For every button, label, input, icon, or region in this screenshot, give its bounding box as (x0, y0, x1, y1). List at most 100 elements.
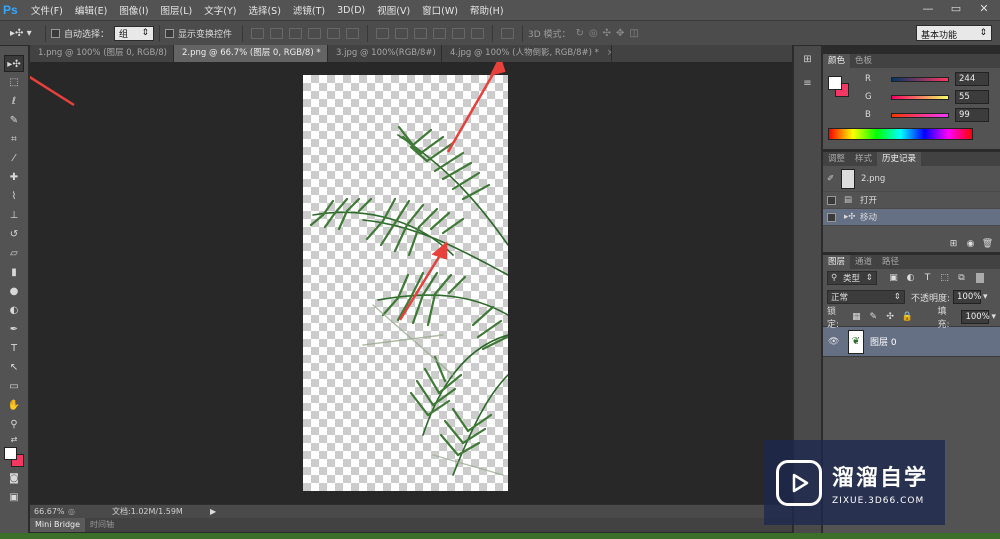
opacity-input[interactable]: 100% (953, 290, 981, 304)
workspace-dropdown[interactable]: 基本功能 ⇕ (916, 25, 992, 41)
align-bottom-icon[interactable] (289, 27, 303, 39)
menu-window[interactable]: 窗口(W) (416, 3, 464, 17)
tab-history[interactable]: 历史记录 (877, 152, 922, 166)
tab-paths[interactable]: 路径 (877, 255, 904, 269)
menu-view[interactable]: 视图(V) (371, 3, 416, 17)
tab-2png[interactable]: 2.png @ 66.7% (图层 0, RGB/8) *× (174, 45, 328, 62)
history-dock-icon[interactable]: ⊞ (799, 54, 817, 70)
layer-row-0[interactable]: 👁 ❦ 图层 0 (823, 327, 1000, 357)
restore-button[interactable]: ▭ (942, 0, 970, 20)
filter-shape-icon[interactable]: ⬚ (938, 272, 951, 284)
menu-help[interactable]: 帮助(H) (464, 3, 510, 17)
eyedropper-tool-icon[interactable]: ⁄ (4, 150, 24, 167)
history-item-open[interactable]: ▤ 打开 (823, 192, 1000, 209)
foreground-color-swatch[interactable] (4, 447, 17, 460)
align-hcenter-icon[interactable] (327, 27, 341, 39)
zoom-level[interactable]: 66.67% (30, 507, 68, 516)
distribute-hcenter-icon[interactable] (452, 27, 466, 39)
properties-dock-icon[interactable]: ≡ (799, 78, 817, 94)
menu-3d[interactable]: 3D(D) (331, 5, 371, 16)
filter-toggle-icon[interactable] (976, 273, 984, 283)
color-swatches[interactable] (3, 447, 27, 469)
canvas-workspace[interactable] (30, 62, 792, 504)
tab-styles[interactable]: 样式 (850, 152, 877, 166)
align-vcenter-icon[interactable] (270, 27, 284, 39)
gradient-tool-icon[interactable]: ▮ (4, 264, 24, 281)
green-slider[interactable] (891, 94, 949, 100)
new-document-from-state-icon[interactable]: ⊞ (947, 238, 960, 250)
distribute-top-icon[interactable] (376, 27, 390, 39)
blur-tool-icon[interactable]: ● (4, 283, 24, 300)
history-brush-tool-icon[interactable]: ↺ (4, 226, 24, 243)
move-tool-preset-icon[interactable]: ▸✣ ▾ (0, 28, 40, 39)
healing-brush-tool-icon[interactable]: ✚ (4, 169, 24, 186)
status-preview-icon[interactable]: ◎ (68, 507, 80, 516)
path-select-tool-icon[interactable]: ↖ (4, 359, 24, 376)
quick-mask-icon[interactable]: ◙ (4, 470, 24, 487)
align-right-icon[interactable] (346, 27, 360, 39)
minimize-button[interactable]: — (914, 0, 942, 20)
brush-tool-icon[interactable]: ⌇ (4, 188, 24, 205)
tab-1png[interactable]: 1.png @ 100% (图层 0, RGB/8)× (30, 45, 174, 62)
menu-filter[interactable]: 滤镜(T) (287, 3, 331, 17)
distribute-bottom-icon[interactable] (414, 27, 428, 39)
green-value-input[interactable]: 55 (955, 90, 989, 104)
tab-color[interactable]: 颜色 (823, 54, 851, 68)
fg-swatch[interactable] (828, 76, 842, 90)
tab-4jpg[interactable]: 4.jpg @ 100% (人物倒影, RGB/8#) * × (442, 45, 612, 62)
opacity-chevron-icon[interactable]: ▾ (983, 292, 988, 302)
close-icon[interactable]: × (607, 48, 611, 58)
tab-mini-bridge[interactable]: Mini Bridge (30, 518, 86, 532)
move-tool-icon[interactable]: ▸✣ (4, 55, 24, 72)
align-top-icon[interactable] (251, 27, 265, 39)
align-left-icon[interactable] (308, 27, 322, 39)
dodge-tool-icon[interactable]: ◐ (4, 302, 24, 319)
filter-adjustment-icon[interactable]: ◐ (904, 272, 917, 284)
history-brush-source-icon[interactable]: ✐ (827, 174, 841, 184)
auto-align-icon[interactable] (501, 27, 515, 39)
red-value-input[interactable]: 244 (955, 72, 989, 86)
history-snapshot[interactable]: ✐ 2.png (823, 166, 1000, 192)
tab-layers[interactable]: 图层 (823, 255, 851, 269)
tab-channels[interactable]: 通道 (850, 255, 877, 269)
history-source-checkbox[interactable] (827, 212, 836, 222)
history-item-move[interactable]: ▸✣ 移动 (823, 209, 1000, 226)
filter-pixel-icon[interactable]: ▣ (887, 272, 900, 284)
blend-mode-dropdown[interactable]: 正常 ⇕ (827, 290, 905, 304)
lock-image-icon[interactable]: ✎ (867, 311, 880, 323)
menu-file[interactable]: 文件(F) (25, 3, 69, 17)
clone-stamp-tool-icon[interactable]: ⊥ (4, 207, 24, 224)
blue-slider[interactable] (891, 112, 949, 118)
menu-image[interactable]: 图像(I) (113, 3, 154, 17)
filter-smart-object-icon[interactable]: ⧉ (955, 272, 968, 284)
tab-swatches[interactable]: 色板 (850, 54, 877, 68)
status-menu-arrow-icon[interactable]: ▶ (210, 507, 216, 516)
eye-icon[interactable]: 👁 (828, 337, 842, 347)
fill-chevron-icon[interactable]: ▾ (991, 312, 996, 322)
menu-layer[interactable]: 图层(L) (155, 3, 199, 17)
show-transform-checkbox[interactable] (165, 28, 175, 38)
screen-mode-icon[interactable]: ▣ (4, 489, 24, 506)
menu-edit[interactable]: 编辑(E) (69, 3, 113, 17)
menu-type[interactable]: 文字(Y) (198, 3, 242, 17)
lasso-tool-icon[interactable]: ℓ (4, 93, 24, 110)
marquee-tool-icon[interactable]: ⬚ (4, 74, 24, 91)
distribute-vcenter-icon[interactable] (395, 27, 409, 39)
lock-position-icon[interactable]: ✣ (884, 311, 897, 323)
blue-value-input[interactable]: 99 (955, 108, 989, 122)
red-slider[interactable] (891, 76, 949, 82)
pen-tool-icon[interactable]: ✒ (4, 321, 24, 338)
3d-mode-icons[interactable]: ↻◎✣✥◫ (576, 28, 644, 39)
layer-name[interactable]: 图层 0 (870, 335, 897, 348)
history-source-checkbox[interactable] (827, 195, 836, 205)
distribute-left-icon[interactable] (433, 27, 447, 39)
swap-colors-icon[interactable]: ⇄ (4, 435, 24, 445)
fill-input[interactable]: 100% (961, 309, 990, 324)
hand-tool-icon[interactable]: ✋ (4, 397, 24, 414)
camera-icon[interactable]: ◉ (964, 238, 977, 250)
shape-tool-icon[interactable]: ▭ (4, 378, 24, 395)
color-spectrum-bar[interactable] (828, 128, 973, 140)
type-tool-icon[interactable]: T (4, 340, 24, 357)
eraser-tool-icon[interactable]: ▱ (4, 245, 24, 262)
zoom-tool-icon[interactable]: ⚲ (4, 416, 24, 433)
